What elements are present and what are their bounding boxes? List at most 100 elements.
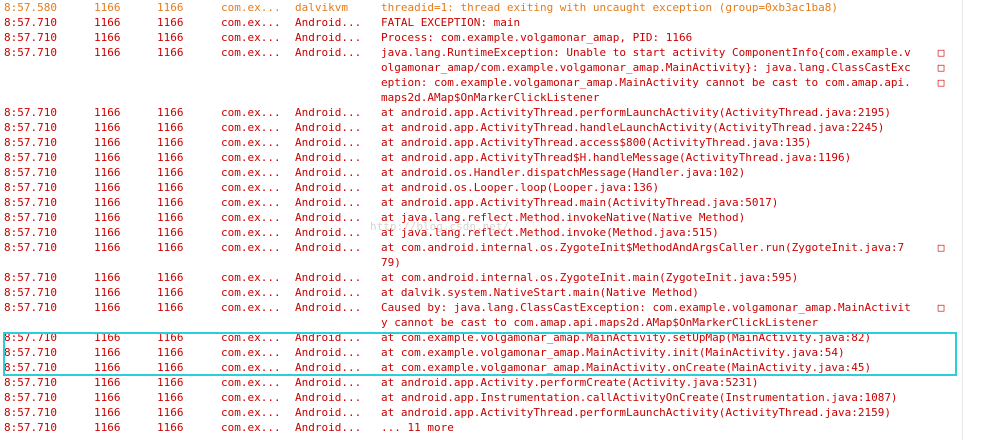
log-pid: 1166 xyxy=(94,196,121,209)
log-message-text: at android.app.Instrumentation.callActiv… xyxy=(381,391,898,404)
log-message: Caused by: java.lang.ClassCastException:… xyxy=(381,300,947,315)
log-application: com.ex... xyxy=(221,1,281,14)
log-tid: 1166 xyxy=(157,211,184,224)
log-pid: 1166 xyxy=(94,406,121,419)
log-message-text: y cannot be cast to com.amap.api.maps2d.… xyxy=(381,316,819,329)
log-row[interactable]: 8:57.710 1166 1166 com.ex... Android... at ja… xyxy=(0,210,962,225)
log-message: at android.app.ActivityThread.performLau… xyxy=(381,405,947,420)
log-time: 8:57.710 xyxy=(4,46,57,59)
log-tid: 1166 xyxy=(157,391,184,404)
log-time: 8:57.710 xyxy=(4,391,57,404)
log-time: 8:57.710 xyxy=(4,31,57,44)
log-tid: 1166 xyxy=(157,1,184,14)
log-time: 8:57.710 xyxy=(4,226,57,239)
log-row[interactable]: 8:57.710 1166 1166 com.ex... Android... at co… xyxy=(0,240,962,255)
log-application: com.ex... xyxy=(221,211,281,224)
log-message-text: eption: com.example.volgamonar_amap.Main… xyxy=(381,76,911,89)
log-pid: 1166 xyxy=(94,391,121,404)
log-time: 8:57.710 xyxy=(4,166,57,179)
log-message-text: at java.lang.reflect.Method.invokeNative… xyxy=(381,211,746,224)
log-pid: 1166 xyxy=(94,226,121,239)
log-row[interactable]: 8:57.710 1166 1166 com.ex... Android... at an… xyxy=(0,120,962,135)
log-row[interactable]: 8:57.710 1166 1166 com.ex... Android... at co… xyxy=(0,360,962,375)
log-row[interactable]: 8:57.710 1166 1166 com.ex... Android... at an… xyxy=(0,105,962,120)
log-message-text: at com.android.internal.os.ZygoteInit$Me… xyxy=(381,241,905,254)
log-message: at android.app.Instrumentation.callActiv… xyxy=(381,390,947,405)
log-row-continuation[interactable]: 79) xyxy=(0,255,962,270)
log-pid: 1166 xyxy=(94,286,121,299)
log-row[interactable]: 8:57.710 1166 1166 com.ex... Android... at co… xyxy=(0,345,962,360)
log-application: com.ex... xyxy=(221,181,281,194)
log-tid: 1166 xyxy=(157,226,184,239)
log-row[interactable]: 8:57.710 1166 1166 com.ex... Android... at an… xyxy=(0,195,962,210)
log-message-text: at java.lang.reflect.Method.invoke(Metho… xyxy=(381,226,719,239)
log-time: 8:57.710 xyxy=(4,301,57,314)
log-application: com.ex... xyxy=(221,361,281,374)
log-tag: Android... xyxy=(295,121,362,134)
log-tid: 1166 xyxy=(157,376,184,389)
log-message: ... 11 more xyxy=(381,420,947,435)
log-row[interactable]: 8:57.710 1166 1166 com.ex... Android... at an… xyxy=(0,375,962,390)
log-row[interactable]: 8:57.710 1166 1166 com.ex... Android... at an… xyxy=(0,180,962,195)
vertical-scrollbar[interactable] xyxy=(962,0,998,440)
log-row-continuation[interactable]: olgamonar_amap/com.example.volgamonar_am… xyxy=(0,60,962,75)
log-time: 8:57.710 xyxy=(4,106,57,119)
log-application: com.ex... xyxy=(221,106,281,119)
log-application: com.ex... xyxy=(221,286,281,299)
log-row[interactable]: 8:57.710 1166 1166 com.ex... Android... at da… xyxy=(0,285,962,300)
log-message-text: at android.app.ActivityThread.performLau… xyxy=(381,106,891,119)
log-pid: 1166 xyxy=(94,331,121,344)
log-row-continuation[interactable]: maps2d.AMap$OnMarkerClickListener xyxy=(0,90,962,105)
log-row[interactable]: 8:57.710 1166 1166 com.ex... Android... at ja… xyxy=(0,225,962,240)
log-row[interactable]: 8:57.710 1166 1166 com.ex... Android... ... 1… xyxy=(0,420,962,435)
log-pid: 1166 xyxy=(94,241,121,254)
log-message-text: at android.os.Handler.dispatchMessage(Ha… xyxy=(381,166,746,179)
log-time: 8:57.710 xyxy=(4,376,57,389)
log-tid: 1166 xyxy=(157,31,184,44)
log-row[interactable]: 8:57.710 1166 1166 com.ex... Android... at an… xyxy=(0,150,962,165)
log-message: at android.app.Activity.performCreate(Ac… xyxy=(381,375,947,390)
log-message-text: Caused by: java.lang.ClassCastException:… xyxy=(381,301,911,314)
log-tag: Android... xyxy=(295,241,362,254)
log-time: 8:57.710 xyxy=(4,421,57,434)
log-message-text: java.lang.RuntimeException: Unable to st… xyxy=(381,46,911,59)
log-row[interactable]: 8:57.580 1166 1166 com.ex... dalvikvm threadi… xyxy=(0,0,962,15)
log-tid: 1166 xyxy=(157,46,184,59)
log-row-continuation[interactable]: eption: com.example.volgamonar_amap.Main… xyxy=(0,75,962,90)
logcat-table: 8:57.580 1166 1166 com.ex... dalvikvm threadi… xyxy=(0,0,962,435)
continuation-box-icon: □ xyxy=(937,46,945,59)
log-row[interactable]: 8:57.710 1166 1166 com.ex... Android... at an… xyxy=(0,165,962,180)
log-application: com.ex... xyxy=(221,421,281,434)
log-tag: Android... xyxy=(295,106,362,119)
log-row[interactable]: 8:57.710 1166 1166 com.ex... Android... java.… xyxy=(0,45,962,60)
log-message: at android.app.ActivityThread.main(Activ… xyxy=(381,195,947,210)
log-row[interactable]: 8:57.710 1166 1166 com.ex... Android... at co… xyxy=(0,330,962,345)
log-tid: 1166 xyxy=(157,16,184,29)
log-time: 8:57.710 xyxy=(4,151,57,164)
log-message-text: threadid=1: thread exiting with uncaught… xyxy=(381,1,838,14)
log-pid: 1166 xyxy=(94,376,121,389)
log-row[interactable]: 8:57.710 1166 1166 com.ex... Android... Proce… xyxy=(0,30,962,45)
continuation-box-icon: □ xyxy=(937,241,945,254)
log-tag: Android... xyxy=(295,301,362,314)
log-row-continuation[interactable]: y cannot be cast to com.amap.api.maps2d.… xyxy=(0,315,962,330)
log-row[interactable]: 8:57.710 1166 1166 com.ex... Android... FATAL… xyxy=(0,15,962,30)
log-tid: 1166 xyxy=(157,271,184,284)
log-message: at android.os.Looper.loop(Looper.java:13… xyxy=(381,180,947,195)
continuation-box-icon: □ xyxy=(937,301,945,314)
log-tag: Android... xyxy=(295,331,362,344)
log-time: 8:57.710 xyxy=(4,361,57,374)
log-row[interactable]: 8:57.710 1166 1166 com.ex... Android... at an… xyxy=(0,405,962,420)
log-application: com.ex... xyxy=(221,166,281,179)
log-row[interactable]: 8:57.710 1166 1166 com.ex... Android... Cause… xyxy=(0,300,962,315)
log-tag: Android... xyxy=(295,421,362,434)
log-row[interactable]: 8:57.710 1166 1166 com.ex... Android... at an… xyxy=(0,135,962,150)
log-tid: 1166 xyxy=(157,166,184,179)
log-message: at com.example.volgamonar_amap.MainActiv… xyxy=(381,360,947,375)
log-tag: Android... xyxy=(295,31,362,44)
log-pid: 1166 xyxy=(94,121,121,134)
log-time: 8:57.710 xyxy=(4,271,57,284)
log-row[interactable]: 8:57.710 1166 1166 com.ex... Android... at an… xyxy=(0,390,962,405)
log-row[interactable]: 8:57.710 1166 1166 com.ex... Android... at co… xyxy=(0,270,962,285)
log-pid: 1166 xyxy=(94,181,121,194)
